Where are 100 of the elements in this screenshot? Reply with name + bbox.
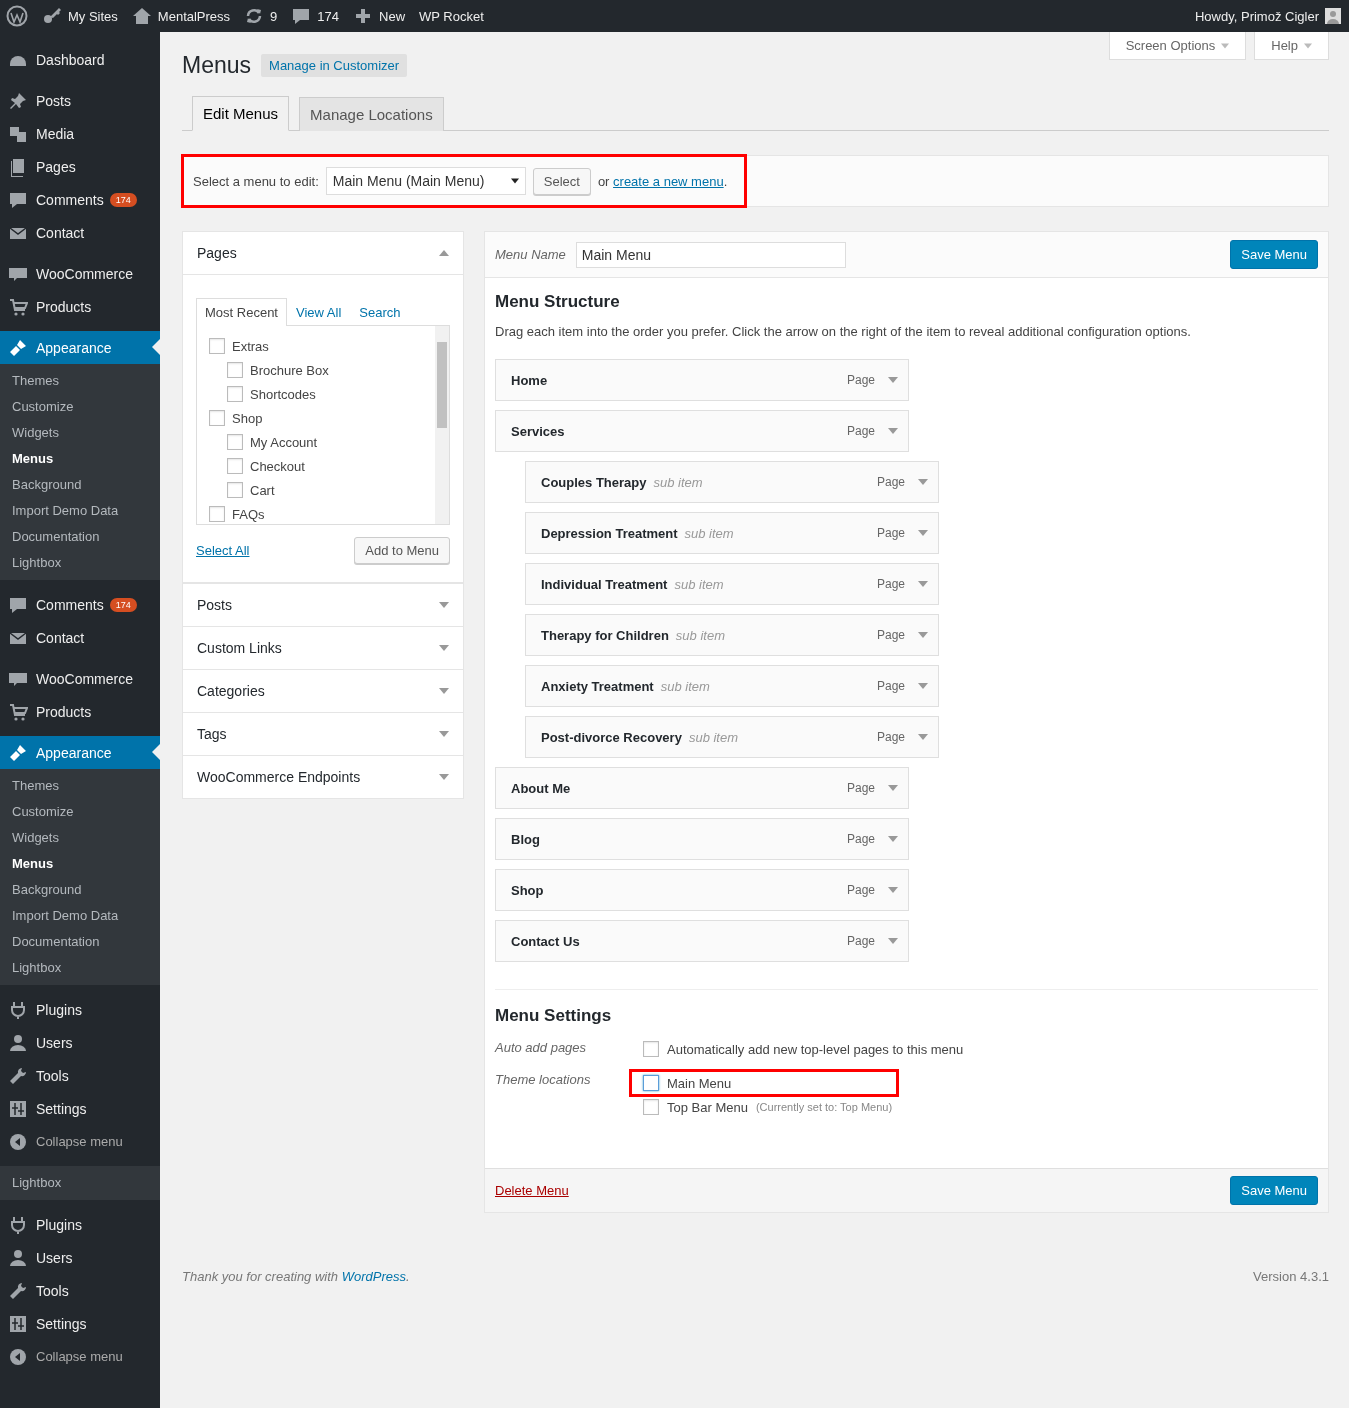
- scrollbar[interactable]: [435, 326, 449, 524]
- nav-tab[interactable]: Manage Locations: [299, 97, 444, 131]
- menu-item[interactable]: Couples Therapy sub item Page: [525, 461, 939, 503]
- menu-item[interactable]: Anxiety Treatment sub item Page: [525, 665, 939, 707]
- submenu-item[interactable]: Import Demo Data: [0, 498, 160, 524]
- sidebar-item[interactable]: WooCommerce: [0, 662, 160, 695]
- checkbox[interactable]: [643, 1099, 659, 1115]
- checkbox[interactable]: [209, 338, 225, 354]
- submenu-item[interactable]: Customize: [0, 394, 160, 420]
- select-all-link[interactable]: Select All: [196, 543, 250, 558]
- checkbox[interactable]: [227, 362, 243, 378]
- panel-tab[interactable]: Search: [350, 298, 410, 326]
- submenu-item[interactable]: Lightbox: [0, 955, 160, 981]
- sidebar-item[interactable]: Comments 174: [0, 183, 160, 216]
- item-type: Page: [846, 883, 875, 897]
- wordpress-link[interactable]: WordPress: [341, 1269, 406, 1284]
- admin-bar-item[interactable]: MentalPress: [131, 0, 231, 32]
- sidebar-item[interactable]: Appearance: [0, 736, 160, 769]
- submenu-item[interactable]: Lightbox: [0, 550, 160, 576]
- sidebar-item[interactable]: Tools: [0, 1274, 160, 1307]
- sidebar-item[interactable]: Products: [0, 290, 160, 323]
- admin-bar-item[interactable]: New: [353, 0, 406, 32]
- sidebar-item[interactable]: Pages: [0, 150, 160, 183]
- menu-item[interactable]: Therapy for Children sub item Page: [525, 614, 939, 656]
- sidebar-item[interactable]: Tools: [0, 1059, 160, 1092]
- checkbox[interactable]: [227, 482, 243, 498]
- submenu-item[interactable]: Background: [0, 877, 160, 903]
- item-note: sub item: [675, 627, 725, 643]
- admin-bar-item[interactable]: WP Rocket: [419, 0, 484, 32]
- sidebar-item[interactable]: Media: [0, 117, 160, 150]
- brush-icon: [8, 337, 28, 358]
- checkbox[interactable]: [227, 458, 243, 474]
- menu-item[interactable]: Post-divorce Recovery sub item Page: [525, 716, 939, 758]
- sidebar-item[interactable]: Products: [0, 695, 160, 728]
- checkbox[interactable]: [643, 1041, 659, 1057]
- add-to-menu-button[interactable]: Add to Menu: [354, 537, 450, 564]
- submenu-item[interactable]: Import Demo Data: [0, 903, 160, 929]
- submenu-item[interactable]: Themes: [0, 773, 160, 799]
- count-badge: 174: [109, 192, 137, 207]
- submenu-item[interactable]: Customize: [0, 799, 160, 825]
- admin-bar-item[interactable]: My Sites: [42, 0, 118, 32]
- item-note: sub item: [674, 576, 724, 592]
- sidebar-item[interactable]: Comments 174: [0, 588, 160, 621]
- sidebar-item[interactable]: Settings: [0, 1307, 160, 1340]
- menu-item[interactable]: Contact Us Page: [495, 920, 909, 962]
- submenu-item[interactable]: Widgets: [0, 825, 160, 851]
- sidebar-item[interactable]: WooCommerce: [0, 257, 160, 290]
- submenu-item[interactable]: Widgets: [0, 420, 160, 446]
- admin-bar-item[interactable]: 174: [291, 0, 340, 32]
- collapse-menu-button[interactable]: Collapse menu: [0, 1125, 160, 1158]
- checkbox[interactable]: [209, 506, 225, 522]
- menu-item[interactable]: About Me Page: [495, 767, 909, 809]
- sidebar-item[interactable]: Settings: [0, 1092, 160, 1125]
- collapse-menu-button[interactable]: Collapse menu: [0, 1340, 160, 1373]
- checkbox[interactable]: [227, 434, 243, 450]
- delete-menu-link[interactable]: Delete Menu: [495, 1183, 569, 1198]
- admin-bar-item[interactable]: 9: [244, 0, 278, 32]
- section-heading: Menu Structure: [495, 292, 621, 312]
- checkbox[interactable]: [227, 386, 243, 402]
- sidebar-item[interactable]: Users: [0, 1241, 160, 1274]
- menu-name-input[interactable]: Main Menu: [575, 241, 846, 268]
- item-type: Page: [876, 475, 905, 489]
- sidebar-item[interactable]: Posts: [0, 84, 160, 117]
- sidebar-item[interactable]: Contact: [0, 621, 160, 654]
- submenu-item[interactable]: Background: [0, 472, 160, 498]
- sidebar-item[interactable]: Users: [0, 1026, 160, 1059]
- panel-tab[interactable]: Most Recent: [196, 298, 287, 326]
- sidebar-item[interactable]: Plugins: [0, 993, 160, 1026]
- nav-tab[interactable]: Edit Menus: [192, 96, 290, 131]
- checkbox[interactable]: [209, 410, 225, 426]
- menu-item[interactable]: Home Page: [495, 359, 909, 401]
- select-button[interactable]: Select: [532, 167, 591, 195]
- save-menu-button[interactable]: Save Menu: [1230, 240, 1318, 269]
- submenu-item[interactable]: Documentation: [0, 929, 160, 955]
- manage-customizer-button[interactable]: Manage in Customizer: [261, 54, 408, 77]
- checkbox[interactable]: [643, 1075, 659, 1091]
- menu-dropdown[interactable]: Main Menu (Main Menu): [325, 167, 526, 195]
- menu-item[interactable]: Shop Page: [495, 869, 909, 911]
- menu-item[interactable]: Services Page: [495, 410, 909, 452]
- sidebar-item[interactable]: Appearance: [0, 331, 160, 364]
- sidebar-item[interactable]: Dashboard: [0, 43, 160, 76]
- caret-icon: [439, 731, 449, 737]
- sidebar-item[interactable]: Plugins: [0, 1208, 160, 1241]
- create-menu-link[interactable]: create a new menu: [613, 173, 724, 189]
- account-link[interactable]: Howdy, Primož Cigler: [1195, 8, 1319, 24]
- submenu-item[interactable]: Themes: [0, 368, 160, 394]
- submenu-item[interactable]: Documentation: [0, 524, 160, 550]
- menu-item[interactable]: Depression Treatment sub item Page: [525, 512, 939, 554]
- submenu-item[interactable]: Menus: [0, 446, 160, 472]
- panel-tab[interactable]: View All: [287, 298, 351, 326]
- save-menu-button[interactable]: Save Menu: [1230, 1176, 1318, 1205]
- menu-item[interactable]: Blog Page: [495, 818, 909, 860]
- sidebar-item[interactable]: Contact: [0, 216, 160, 249]
- item-type: Page: [876, 526, 905, 540]
- user-icon: [8, 1247, 28, 1268]
- menu-item[interactable]: Individual Treatment sub item Page: [525, 563, 939, 605]
- settings-icon: [8, 1313, 28, 1334]
- screen-meta-tab[interactable]: Screen Options: [1108, 32, 1247, 60]
- screen-meta-tab[interactable]: Help: [1254, 32, 1329, 60]
- submenu-item[interactable]: Menus: [0, 851, 160, 877]
